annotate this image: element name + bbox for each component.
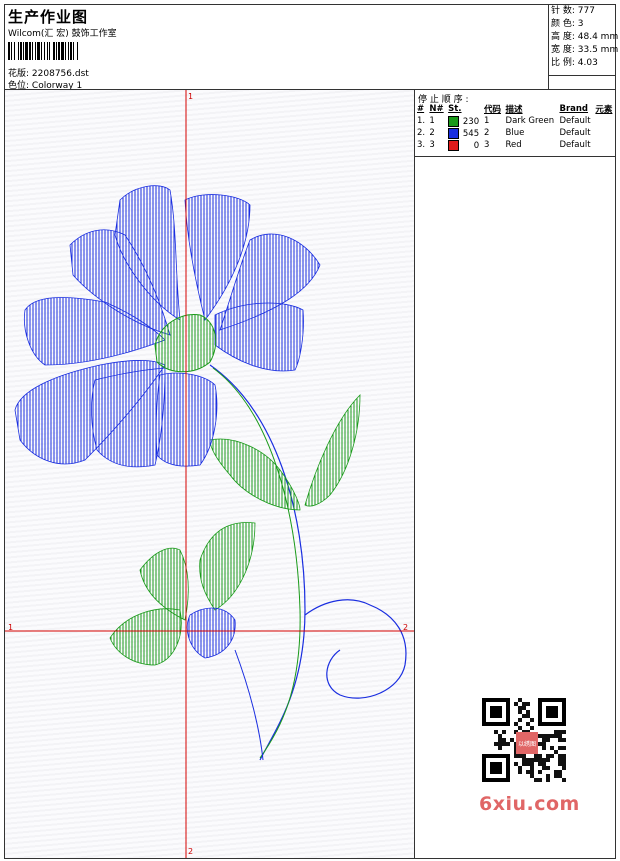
axis-label-left: 1 [8, 623, 14, 632]
qr-code: 以绣图 [472, 688, 582, 788]
company-name: Wilcom(汇 宏) 鼓饰工作室 [8, 29, 117, 39]
stat-scale: 比 例: 4.03 [551, 58, 598, 68]
table-row: 3. 3 0 3 Red Default [417, 139, 591, 151]
stem-lower [234, 649, 264, 761]
color-swatch [448, 115, 460, 127]
stat-width: 宽 度: 33.5 mm [551, 45, 619, 55]
barcode [8, 42, 144, 60]
tendril [304, 599, 407, 699]
stat-height: 高 度: 48.4 mm [551, 32, 619, 42]
stats-panel: 针 数: 777 颜 色: 3 高 度: 48.4 mm 宽 度: 33.5 m… [548, 5, 619, 76]
stop-sequence-table: # N# St. 代码 描述 Brand 元素 1. 1 230 1 Dark Gree… [415, 103, 615, 151]
page-title: 生产作业图 [8, 8, 89, 26]
table-header: # N# St. 代码 描述 Brand 元素 [417, 104, 613, 115]
bud [186, 607, 236, 659]
axis-label-right: 2 [403, 623, 409, 632]
color-swatch [448, 139, 460, 151]
header-info: 生产作业图 Wilcom(汇 宏) 鼓饰工作室 花版: 2208756.dst … [5, 5, 549, 91]
stitch-count: 545 [462, 128, 480, 139]
table-divider [415, 156, 615, 157]
color-swatch [448, 127, 460, 139]
qr-badge-text: 以绣图 [518, 740, 536, 748]
stat-stitches: 针 数: 777 [551, 6, 595, 16]
stitch-count: 0 [473, 140, 480, 151]
table-row: 2. 2 545 2 Blue Default [417, 127, 591, 139]
stitch-count: 230 [462, 116, 480, 127]
embroidery-svg [5, 90, 414, 858]
production-worksheet: 生产作业图 Wilcom(汇 宏) 鼓饰工作室 花版: 2208756.dst … [4, 4, 619, 859]
table-row: 1. 1 230 1 Dark Green Default [417, 115, 591, 127]
stat-colors: 颜 色: 3 [551, 19, 584, 29]
axis-label-bottom: 2 [188, 847, 194, 856]
axis-label-top: 1 [188, 92, 194, 101]
embroidery-preview: 1 2 1 2 [5, 90, 415, 858]
watermark-logo: 6xiu.com [479, 793, 580, 815]
